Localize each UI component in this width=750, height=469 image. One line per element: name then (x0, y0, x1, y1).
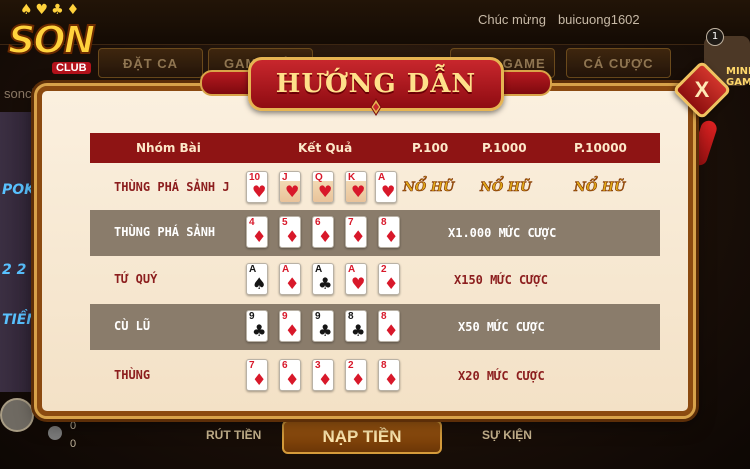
table-row: TỨ QUÝ A ♠ A ♦ A ♣ A ♥ 2 ♦ X150 MỨC CƯỢC (90, 257, 660, 303)
playing-card: A ♣ (312, 263, 334, 295)
card-suit-icon: ♦ (252, 370, 267, 389)
jackpot-label: NỔ HŨ (480, 180, 532, 196)
playing-card: 7 ♦ (345, 216, 367, 248)
card-suit-icon: ♦ (384, 370, 399, 389)
deposit-button[interactable]: NẠP TIỀN (282, 420, 442, 454)
chili-icon (689, 118, 719, 168)
hand-name: THÙNG (114, 368, 151, 382)
lobby-tab-5[interactable]: CÁ CƯỢC (566, 48, 671, 78)
playing-card: 8 ♦ (378, 310, 400, 342)
playing-card: 8 ♣ (345, 310, 367, 342)
card-suit-icon: ♦ (351, 370, 366, 389)
playing-card: 6 ♦ (312, 216, 334, 248)
playing-card: 3 ♦ (312, 359, 334, 391)
logo-son-text: SON (7, 17, 97, 63)
table-row: THÙNG PHÁ SẢNH J 10 ♥ J ♥ Q ♥ K ♥ A ♥ NỔ HŨ NỔ HŨ NỔ … (90, 165, 660, 211)
withdraw-button[interactable]: RÚT TIỀN (206, 428, 261, 442)
balance-1: 0 (70, 420, 77, 432)
playing-card: A ♠ (246, 263, 268, 295)
ticker-prefix: Chúc mừng (478, 12, 546, 27)
playing-card: 8 ♦ (378, 359, 400, 391)
jackpot-label: NỔ HŨ (403, 180, 455, 196)
table-row: CÙ LŨ 9 ♣ 9 ♦ 9 ♣ 8 ♣ 8 ♦ X50 MỨC CƯỢC (90, 304, 660, 350)
header-group: Nhóm Bài (136, 141, 201, 155)
card-suit-icon: ♥ (285, 182, 300, 201)
playing-card: 2 ♦ (345, 359, 367, 391)
hand-name: THÙNG PHÁ SẢNH (114, 225, 216, 239)
playing-card: 9 ♦ (279, 310, 301, 342)
playing-card: 5 ♦ (279, 216, 301, 248)
lotus-ornament-icon (370, 98, 382, 116)
mini-game-label: MINI GAME (726, 66, 750, 88)
card-suit-icon: ♥ (351, 274, 366, 293)
card-suit-icon: ♦ (318, 370, 333, 389)
card-suit-icon: ♦ (285, 370, 300, 389)
header-p1000: P.1000 (482, 141, 527, 155)
header-result: Kết Quả (298, 141, 353, 155)
card-suit-icon: ♣ (318, 274, 333, 293)
hand-name: TỨ QUÝ (114, 272, 158, 286)
table-header: Nhóm Bài Kết Quả P.100 P.1000 P.10000 (90, 133, 660, 163)
playing-card: A ♥ (345, 263, 367, 295)
header-p10000: P.10000 (574, 141, 627, 155)
playing-card: 6 ♦ (279, 359, 301, 391)
playing-card: K ♥ (345, 171, 367, 203)
playing-card: 4 ♦ (246, 216, 268, 248)
card-suit-icon: ♦ (351, 227, 366, 246)
hand-name: CÙ LŨ (114, 319, 151, 333)
hand-name: THÙNG PHÁ SẢNH J (114, 180, 230, 194)
payout-multiplier: X1.000 MỨC CƯỢC (448, 226, 557, 240)
card-suit-icon: ♣ (318, 321, 333, 340)
sonclub-logo: ♠♥♣♦ SON CLUB (2, 2, 122, 92)
card-suit-icon: ♠ (252, 274, 267, 293)
playing-card: Q ♥ (312, 171, 334, 203)
header-p100: P.100 (412, 141, 449, 155)
ticker-user: buicuong1602 (557, 12, 640, 27)
card-suit-icon: ♥ (381, 182, 396, 201)
win-ticker: Chúc mừng buicuong1602 (478, 12, 640, 27)
playing-card: 10 ♥ (246, 171, 268, 203)
card-suit-icon: ♦ (384, 227, 399, 246)
card-suit-icon: ♣ (351, 321, 366, 340)
card-suit-icon: ♦ (318, 227, 333, 246)
table-row: THÙNG PHÁ SẢNH 4 ♦ 5 ♦ 6 ♦ 7 ♦ 8 ♦ X1.000 MỨC CƯỢC (90, 210, 660, 256)
logo-club-text: CLUB (52, 62, 91, 74)
balance-2: 0 (70, 438, 77, 450)
table-row: THÙNG 7 ♦ 6 ♦ 3 ♦ 2 ♦ 8 ♦ X20 MỨC CƯỢC (90, 353, 660, 399)
card-suit-icon: ♦ (285, 321, 300, 340)
jackpot-label: NỔ HŨ (574, 180, 626, 196)
playing-card: A ♥ (375, 171, 397, 203)
playing-card: 9 ♣ (246, 310, 268, 342)
notification-badge: 1 (706, 28, 724, 46)
playing-card: 2 ♦ (378, 263, 400, 295)
card-suit-icon: ♣ (252, 321, 267, 340)
avatar[interactable] (0, 398, 34, 432)
crown-icon: ♠♥♣♦ (20, 2, 83, 18)
card-suit-icon: ♦ (384, 321, 399, 340)
playing-card: 7 ♦ (246, 359, 268, 391)
card-suit-icon: ♥ (318, 182, 333, 201)
card-suit-icon: ♦ (285, 227, 300, 246)
playing-card: J ♥ (279, 171, 301, 203)
playing-card: A ♦ (279, 263, 301, 295)
card-suit-icon: ♦ (384, 274, 399, 293)
card-suit-icon: ♦ (285, 274, 300, 293)
card-suit-icon: ♦ (252, 227, 267, 246)
coin-icon (48, 426, 62, 440)
playing-card: 9 ♣ (312, 310, 334, 342)
card-suit-icon: ♥ (351, 182, 366, 201)
playing-card: 8 ♦ (378, 216, 400, 248)
payout-multiplier: X150 MỨC CƯỢC (454, 273, 548, 287)
payout-multiplier: X20 MỨC CƯỢC (458, 369, 545, 383)
events-button[interactable]: SỰ KIỆN (482, 428, 532, 442)
modal-title: HƯỚNG DẪN (275, 69, 477, 99)
card-suit-icon: ♥ (252, 182, 267, 201)
payout-multiplier: X50 MỨC CƯỢC (458, 320, 545, 334)
